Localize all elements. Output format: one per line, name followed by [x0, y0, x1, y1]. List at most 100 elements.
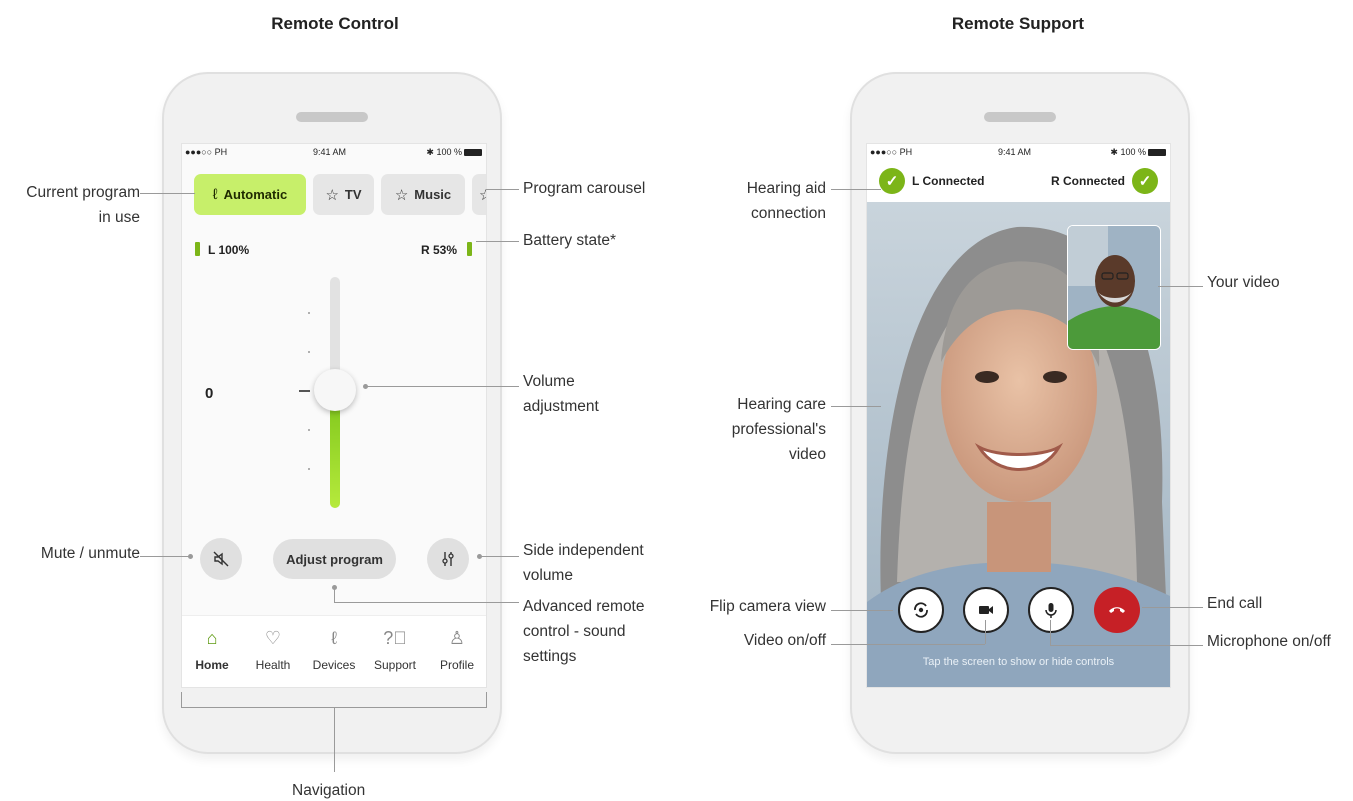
phone-speaker — [296, 112, 368, 122]
leader-line — [334, 602, 519, 603]
annotation-line: professional's — [731, 421, 826, 438]
hearing-aid-icon: ℓ — [331, 628, 337, 648]
annotation-mic-onoff: Microphone on/off — [1207, 633, 1331, 650]
leader-line — [486, 189, 519, 190]
volume-tick — [308, 351, 310, 353]
annotation-line: Side independent — [523, 542, 644, 559]
annotation-battery-state: Battery state* — [523, 232, 617, 249]
status-battery: ✱ 100 % — [1110, 147, 1166, 158]
heart-icon: ♡ — [264, 628, 282, 648]
person-icon: ♙ — [448, 628, 466, 648]
status-battery-value: 100 % — [1120, 147, 1146, 157]
bracket-line — [181, 692, 182, 707]
program-music[interactable]: ☆ Music — [381, 174, 465, 215]
professional-video[interactable]: Tap the screen to show or hide controls — [867, 202, 1170, 687]
program-automatic[interactable]: ℓ Automatic — [194, 174, 306, 215]
phone-speaker — [984, 112, 1056, 122]
volume-knob[interactable] — [314, 369, 356, 411]
annotation-line: in use — [98, 209, 140, 226]
leader-dot — [188, 554, 193, 559]
microphone-icon — [1045, 603, 1057, 618]
leader-line — [140, 556, 190, 557]
status-bar: ●●●○○ PH 9:41 AM ✱ 100 % — [867, 144, 1170, 160]
program-label: Automatic — [223, 187, 288, 202]
leader-line — [476, 241, 519, 242]
ear-icon: ℓ — [212, 186, 218, 203]
annotation-line: Hearing care — [737, 396, 826, 413]
leader-line — [140, 193, 195, 194]
remote-support-screen: ●●●○○ PH 9:41 AM ✱ 100 % ✓ L Connected R… — [866, 143, 1171, 688]
leader-line — [985, 620, 986, 644]
flip-camera-button[interactable] — [898, 587, 944, 633]
volume-tick — [308, 312, 310, 314]
side-volume-button[interactable] — [427, 538, 469, 580]
program-tv[interactable]: ☆ TV — [313, 174, 374, 215]
your-video-image — [1068, 226, 1160, 349]
annotation-flip-camera: Flip camera view — [709, 598, 826, 615]
annotation-side-volume: Side independent volume — [523, 538, 644, 588]
remote-control-screen: ●●●○○ PH 9:41 AM ✱ 100 % ℓ Automatic ☆ T… — [181, 143, 487, 688]
nav-label: Health — [255, 658, 291, 672]
leader-line — [1142, 607, 1203, 608]
carrier-signal: ●●●○○ PH — [870, 147, 913, 157]
program-label: Music — [414, 187, 452, 202]
end-call-button[interactable] — [1094, 587, 1140, 633]
annotation-line: Volume — [523, 373, 575, 390]
annotation-program-carousel: Program carousel — [523, 180, 646, 197]
carrier-signal: ●●●○○ PH — [185, 147, 228, 157]
flip-camera-icon — [914, 602, 928, 618]
left-connection-status: L Connected — [912, 174, 985, 188]
volume-tick — [308, 468, 310, 470]
right-battery-level: R 53% — [421, 243, 458, 257]
status-battery-value: 100 % — [436, 147, 462, 157]
right-check-icon: ✓ — [1132, 168, 1158, 194]
home-icon: ⌂ — [206, 628, 218, 648]
annotation-navigation: Navigation — [292, 782, 366, 799]
annotation-line: settings — [523, 648, 577, 665]
nav-support[interactable]: ?⃝ Support — [365, 628, 425, 672]
mute-button[interactable] — [200, 538, 242, 580]
leader-line — [334, 588, 335, 603]
remote-control-heading: Remote Control — [271, 14, 399, 33]
annotation-line: Advanced remote — [523, 598, 645, 615]
leader-line — [1158, 286, 1203, 287]
annotation-current-program: Current program in use — [0, 180, 140, 230]
leader-line — [831, 644, 985, 645]
status-time: 9:41 AM — [313, 147, 347, 157]
annotation-line: control - sound — [523, 623, 626, 640]
status-bar: ●●●○○ PH 9:41 AM ✱ 100 % — [182, 144, 486, 160]
nav-home[interactable]: ⌂ Home — [182, 628, 242, 672]
annotation-hearing-aid-connection: Hearing aid connection — [700, 176, 826, 226]
nav-profile[interactable]: ♙ Profile — [427, 628, 486, 672]
volume-value: 0 — [205, 385, 214, 402]
annotation-hcp-video: Hearing care professional's video — [690, 392, 826, 467]
controls-hint: Tap the screen to show or hide controls — [922, 656, 1115, 668]
video-toggle-button[interactable] — [963, 587, 1009, 633]
annotation-line: volume — [523, 567, 573, 584]
battery-icon — [1148, 149, 1166, 157]
sliders-icon — [442, 552, 454, 566]
annotation-line: connection — [751, 205, 826, 222]
annotation-line: adjustment — [523, 398, 599, 415]
microphone-toggle-button[interactable] — [1028, 587, 1074, 633]
annotation-volume: Volume adjustment — [523, 369, 599, 419]
nav-devices[interactable]: ℓ Devices — [304, 628, 364, 672]
annotation-line: Current program — [26, 184, 140, 201]
battery-icon — [464, 149, 482, 157]
remote-support-heading: Remote Support — [951, 14, 1085, 33]
program-next-partial[interactable]: ☆ — [472, 174, 486, 215]
annotation-end-call: End call — [1207, 595, 1263, 612]
status-battery: ✱ 100 % — [426, 147, 482, 158]
right-connection-status: R Connected — [1051, 174, 1126, 188]
volume-zero-marker — [299, 390, 310, 392]
nav-health[interactable]: ♡ Health — [243, 628, 303, 672]
your-video[interactable] — [1067, 225, 1161, 350]
left-check-icon: ✓ — [879, 168, 905, 194]
bottom-navigation: ⌂ Home ♡ Health ℓ Devices ?⃝ Support ♙ P… — [182, 615, 486, 687]
connection-bar: ✓ L Connected R Connected ✓ — [867, 160, 1170, 202]
nav-label: Profile — [439, 658, 474, 672]
nav-label: Devices — [312, 658, 356, 672]
leader-line — [1050, 620, 1051, 645]
adjust-program-button[interactable]: Adjust program — [273, 539, 396, 579]
left-battery-bar — [195, 242, 200, 256]
